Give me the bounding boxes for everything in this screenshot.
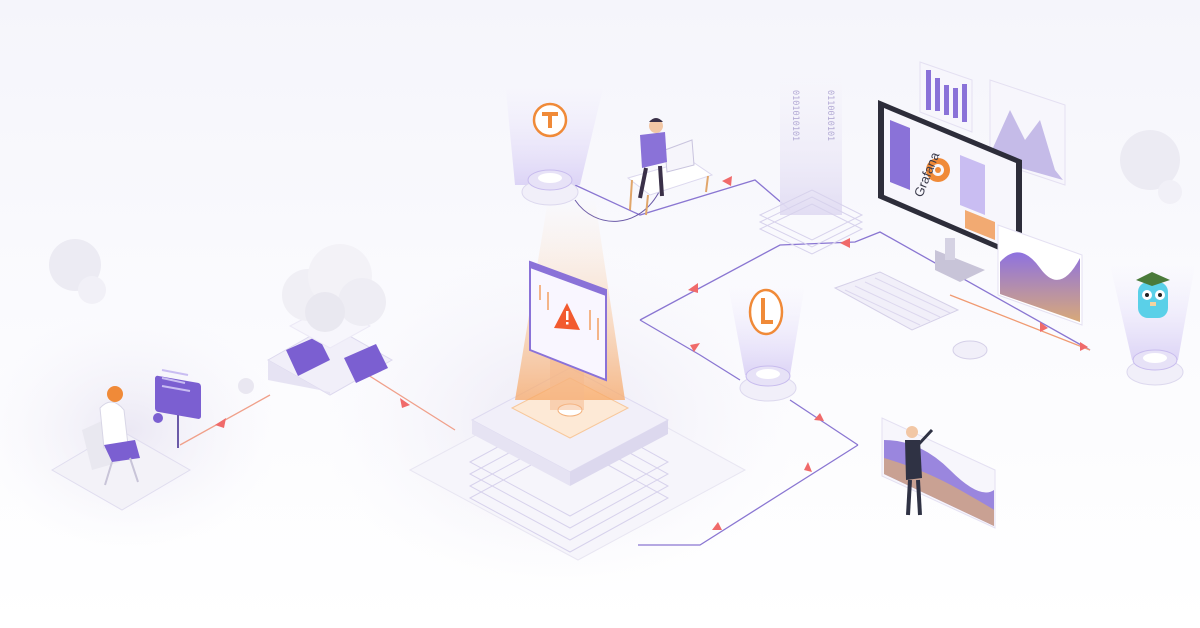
binary-server-tower: 0101010101 0110010101 <box>758 60 864 255</box>
developer-at-desk <box>626 118 714 216</box>
timestream-icon <box>532 102 568 138</box>
analyst-at-board <box>881 417 996 529</box>
influx-icon <box>748 288 784 336</box>
illustration-stage: 0101010101 0110010101 Grafana <box>0 0 1200 628</box>
mouse-icon <box>952 340 988 360</box>
binary-column-left: 0101010101 <box>790 90 800 141</box>
wave-chart-panel <box>997 224 1083 326</box>
keyboard-icon <box>833 271 960 331</box>
cloud-icon <box>282 244 386 332</box>
right-beacon <box>1110 265 1195 386</box>
cloud-server <box>266 244 394 396</box>
binary-column-right: 0110010101 <box>825 90 835 141</box>
top-beacon <box>505 80 605 206</box>
gopher-mascot-icon <box>1136 272 1170 318</box>
